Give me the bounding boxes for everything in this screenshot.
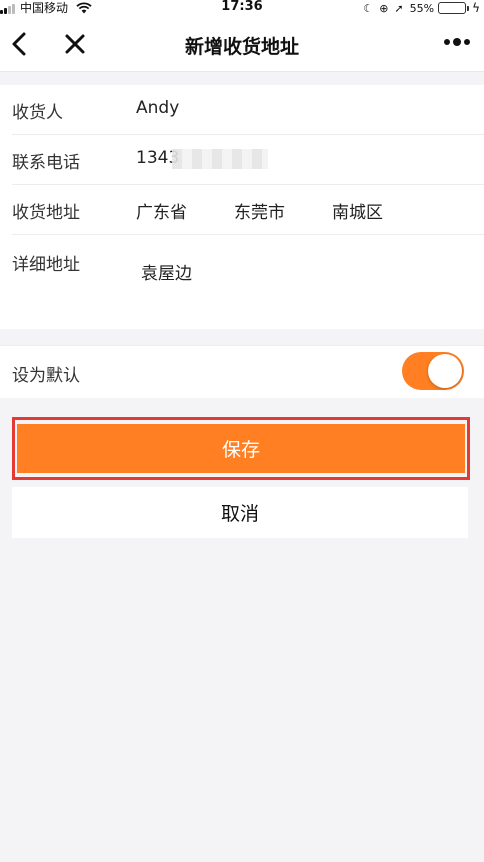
cancel-button[interactable]: 取消 (12, 487, 468, 538)
name-label: 收货人 (12, 103, 63, 123)
nav-bar: 新增收货地址 (0, 16, 484, 72)
name-input[interactable]: Andy (136, 98, 179, 118)
page-title: 新增收货地址 (184, 36, 299, 58)
more-button[interactable] (441, 38, 470, 46)
default-toggle[interactable] (402, 352, 464, 390)
name-row[interactable]: 收货人 Andy (0, 85, 484, 135)
more-icon (441, 38, 470, 46)
default-row: 设为默认 (0, 345, 484, 398)
region-label: 收货地址 (12, 203, 80, 223)
city-picker[interactable]: 东莞市 (234, 198, 285, 223)
district-picker[interactable]: 南城区 (332, 198, 383, 223)
location-icon: ➚ (394, 1, 404, 15)
battery-percent: 55% (409, 1, 435, 15)
province-picker[interactable]: 广东省 (136, 198, 187, 223)
detail-row[interactable]: 详细地址 袁屋边 (0, 235, 484, 329)
lock-rotation-icon: ⊕ (379, 1, 389, 15)
region-row[interactable]: 收货地址 广东省 东莞市 南城区 (0, 185, 484, 235)
charging-icon: ϟ (472, 1, 480, 15)
address-form: 收货人 Andy 联系电话 1343 收货地址 广东省 东莞市 南城区 详细地址… (0, 85, 484, 329)
battery-icon (438, 2, 470, 14)
default-label: 设为默认 (12, 366, 80, 386)
phone-label: 联系电话 (12, 153, 80, 173)
status-bar: 中国移动 17:36 ☾ ⊕ ➚ 55% ϟ (0, 0, 484, 16)
toggle-knob (428, 354, 462, 388)
detail-address-textarea[interactable]: 袁屋边 (141, 259, 192, 284)
phone-redaction (172, 149, 268, 169)
status-right: ☾ ⊕ ➚ 55% ϟ (357, 1, 480, 15)
save-button[interactable]: 保存 (17, 424, 465, 473)
phone-row[interactable]: 联系电话 1343 (0, 135, 484, 185)
moon-icon: ☾ (363, 1, 374, 15)
detail-label: 详细地址 (12, 255, 80, 275)
save-button-highlight: 保存 (12, 417, 470, 480)
